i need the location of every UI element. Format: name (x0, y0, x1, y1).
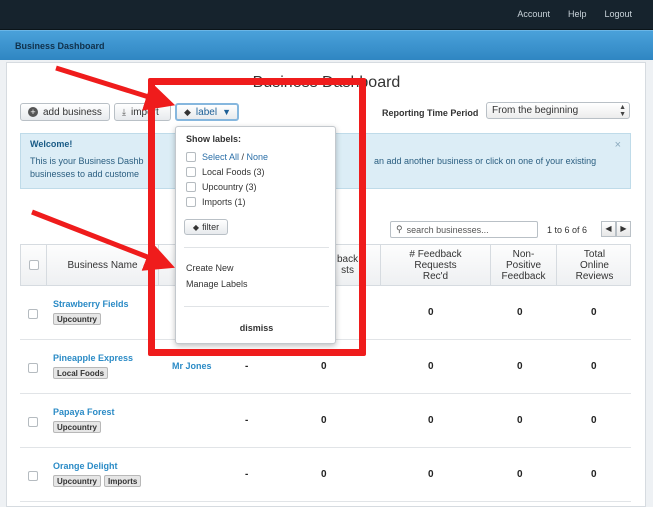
plus-circle-icon: + (28, 107, 38, 117)
dash-value: - (245, 415, 249, 426)
close-icon[interactable]: × (615, 139, 621, 151)
row-checkbox[interactable] (28, 417, 38, 427)
welcome-text-line2: businesses to add custome (30, 169, 140, 179)
business-name-link[interactable]: Papaya Forest (53, 407, 115, 417)
welcome-title: Welcome! (30, 139, 73, 149)
download-icon: ⤓ (122, 106, 126, 117)
business-name-link[interactable]: Pineapple Express (53, 353, 133, 363)
requests-value: 0 (428, 469, 434, 480)
header-feedback-requests[interactable]: # Feedback Requests Rec'd (381, 245, 491, 285)
row-tags: Upcountry (53, 313, 101, 325)
dash-value: - (245, 361, 249, 372)
table-row[interactable]: Papaya Forest Upcountry - 0 0 0 0 (20, 394, 631, 448)
search-icon: ⚲ (396, 224, 403, 234)
label-tag[interactable]: Upcountry (53, 475, 101, 487)
top-nav-links: Account Help Logout (508, 9, 641, 19)
section-titlebar: Business Dashboard (0, 30, 653, 60)
prev-page-button[interactable]: ◀ (601, 221, 616, 237)
welcome-text-line1-end: an add another business or click on one … (374, 156, 597, 166)
reporting-period-select[interactable]: From the beginning ▲ ▼ (486, 102, 630, 119)
requests-value: 0 (428, 361, 434, 372)
header-business-name[interactable]: Business Name (47, 245, 159, 285)
reviews-value: 0 (591, 361, 597, 372)
dash-value: - (245, 469, 249, 480)
top-nav-bar: Account Help Logout (0, 0, 653, 30)
add-business-button[interactable]: + add business (20, 103, 110, 121)
row-checkbox[interactable] (28, 309, 38, 319)
highlight-box (148, 78, 366, 356)
business-name-link[interactable]: Orange Delight (53, 461, 118, 471)
row-tags: Upcountry Imports (53, 475, 142, 487)
account-link[interactable]: Account (508, 9, 559, 19)
feedback-value: 0 (321, 361, 327, 372)
next-page-button[interactable]: ▶ (616, 221, 631, 237)
feedback-value: 0 (321, 415, 327, 426)
select-all-column (21, 245, 47, 285)
table-row[interactable]: Orange Delight Upcountry Imports - 0 0 0… (20, 448, 631, 502)
requests-value: 0 (428, 415, 434, 426)
header-non-positive-feedback[interactable]: Non- Positive Feedback (491, 245, 557, 285)
section-title: Business Dashboard (15, 41, 105, 51)
feedback-value: 0 (321, 469, 327, 480)
select-arrows-icon: ▲ ▼ (619, 104, 626, 118)
requests-value: 0 (428, 307, 434, 318)
logout-link[interactable]: Logout (595, 9, 641, 19)
label-tag[interactable]: Upcountry (53, 313, 101, 325)
reviews-value: 0 (591, 469, 597, 480)
help-link[interactable]: Help (559, 9, 596, 19)
reviews-value: 0 (591, 307, 597, 318)
pager-text: 1 to 6 of 6 (547, 225, 588, 235)
select-all-checkbox[interactable] (28, 260, 39, 270)
nonpositive-value: 0 (517, 469, 523, 480)
row-checkbox[interactable] (28, 471, 38, 481)
welcome-text-line1: This is your Business Dashb (30, 156, 144, 166)
nonpositive-value: 0 (517, 307, 523, 318)
reporting-period-label: Reporting Time Period (382, 108, 479, 118)
nonpositive-value: 0 (517, 415, 523, 426)
business-name-link[interactable]: Strawberry Fields (53, 299, 129, 309)
header-total-online-reviews[interactable]: Total Online Reviews (557, 245, 632, 285)
search-placeholder: search businesses... (406, 224, 489, 235)
row-checkbox[interactable] (28, 363, 38, 373)
label-tag[interactable]: Imports (104, 475, 142, 487)
nonpositive-value: 0 (517, 361, 523, 372)
add-business-label: add business (43, 106, 102, 118)
reviews-value: 0 (591, 415, 597, 426)
manager-link[interactable]: Mr Jones (172, 361, 212, 371)
row-tags: Local Foods (53, 367, 109, 379)
reporting-period-value: From the beginning (492, 105, 579, 116)
search-businesses-input[interactable]: ⚲ search businesses... (390, 221, 538, 238)
row-tags: Upcountry (53, 421, 101, 433)
label-tag[interactable]: Local Foods (53, 367, 109, 379)
label-tag[interactable]: Upcountry (53, 421, 101, 433)
